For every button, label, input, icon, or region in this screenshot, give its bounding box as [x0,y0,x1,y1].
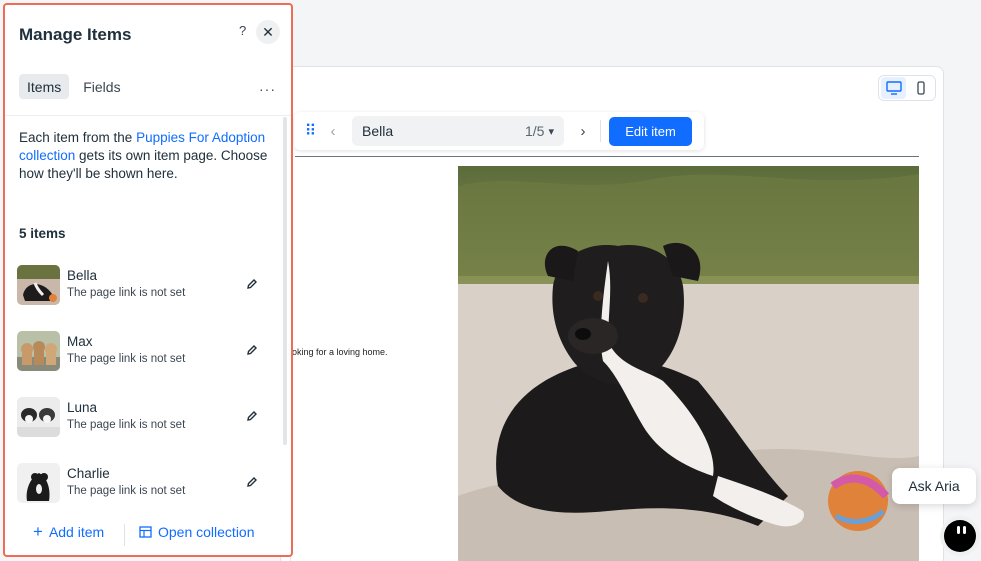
add-item-button[interactable]: + Add item [33,522,105,541]
item-link-status: The page link is not set [67,419,186,431]
page-body-text: oking for a loving home. [292,347,388,357]
desktop-view-button[interactable] [881,77,906,99]
item-name: Luna [67,400,98,415]
plus-icon: + [33,522,43,541]
device-toggle [878,75,936,101]
open-collection-label: Open collection [158,524,255,540]
chevron-down-icon: ▾ [548,125,554,138]
item-name: Bella [67,268,98,283]
previous-item-button[interactable]: ‹ [320,118,346,144]
aria-assistant-icon[interactable] [940,516,980,556]
edit-pencil-icon[interactable] [243,341,261,359]
item-toolbar: ⠿ ‹ Bella 1/5 ▾ › Edit item [294,112,704,150]
help-icon[interactable]: ? [239,23,246,38]
item-thumbnail [17,265,60,305]
panel-title: Manage Items [19,25,132,44]
item-link-status: The page link is not set [67,353,186,365]
footer-divider [124,524,125,546]
edit-pencil-icon[interactable] [243,275,261,293]
item-link-status: The page link is not set [67,287,186,299]
edit-pencil-icon[interactable] [243,473,261,491]
drag-handle-icon[interactable]: ⠿ [300,121,320,141]
tabs-divider [5,115,291,116]
list-item[interactable]: Charlie The page link is not set [17,463,267,507]
item-selector[interactable]: Bella 1/5 ▾ [352,116,564,146]
item-thumbnail [17,463,60,503]
current-item-name: Bella [362,123,394,139]
item-name: Charlie [67,466,110,481]
mobile-view-button[interactable] [908,77,933,99]
close-button[interactable]: ✕ [256,20,280,44]
open-collection-button[interactable]: Open collection [139,524,255,540]
more-options-icon[interactable]: ··· [259,81,276,97]
list-item[interactable]: Max The page link is not set [17,331,267,375]
tab-items[interactable]: Items [19,74,70,99]
desktop-icon [885,81,902,95]
items-count: 5 items [19,226,66,241]
description-text-start: Each item from the [19,130,133,145]
puppy-hero-image[interactable] [458,166,919,561]
puppy-photo [458,166,919,561]
next-item-button[interactable]: › [570,118,596,144]
item-thumbnail [17,331,60,371]
item-thumbnail [17,397,60,437]
list-item[interactable]: Bella The page link is not set [17,265,267,309]
panel-scrollbar[interactable] [283,117,287,445]
table-icon [139,526,152,538]
item-position: 1/5 [525,123,545,139]
list-item[interactable]: Luna The page link is not set [17,397,267,441]
ask-aria-button[interactable]: Ask Aria [892,468,976,504]
panel-tabs: Items Fields [19,74,129,99]
edit-item-button[interactable]: Edit item [609,116,692,146]
item-name: Max [67,334,93,349]
edit-pencil-icon[interactable] [243,407,261,425]
toolbar-divider [600,120,601,142]
panel-description: Each item from the Puppies For Adoption … [19,129,269,183]
manage-items-panel: Manage Items ? ✕ Items Fields ··· Each i… [3,3,293,557]
item-link-status: The page link is not set [67,485,186,497]
page-divider [295,156,919,157]
add-item-label: Add item [48,524,105,540]
mobile-icon [916,81,925,95]
tab-fields[interactable]: Fields [75,74,128,99]
